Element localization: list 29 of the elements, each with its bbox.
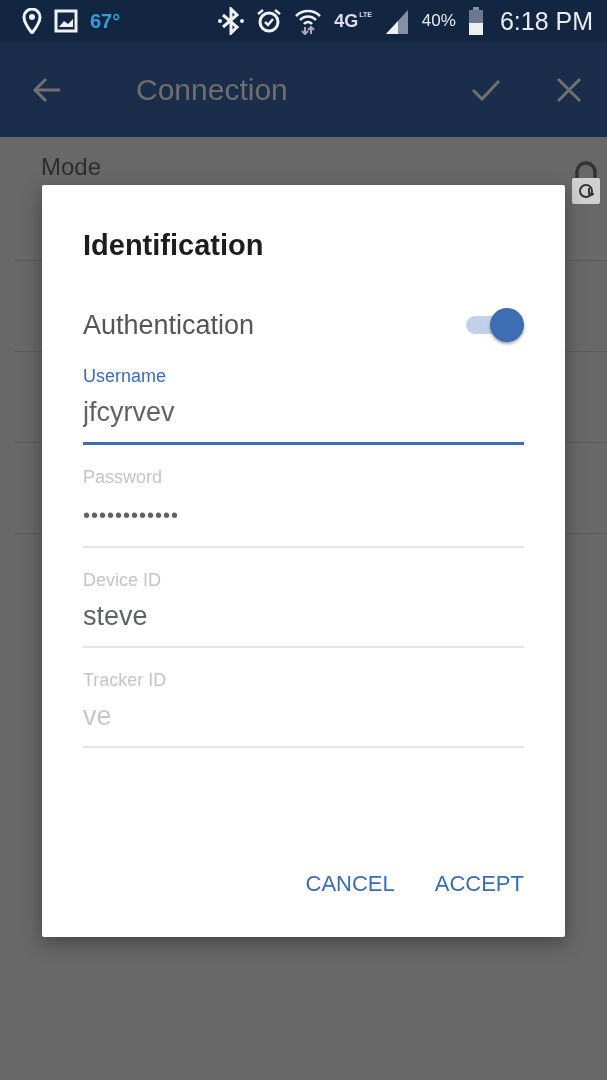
switch-label: Authentication (83, 309, 255, 341)
wifi-icon (294, 7, 323, 35)
lock-icon (570, 161, 602, 205)
clock-time: 6:18 PM (499, 6, 593, 36)
dialog-button[interactable]: CANCEL (305, 871, 395, 897)
input-field[interactable]: steve (83, 597, 524, 648)
temperature: 67° (90, 9, 121, 33)
network-type: 4G (334, 10, 359, 32)
checkmark-icon[interactable] (471, 77, 501, 102)
close-icon[interactable] (555, 75, 583, 104)
signal-icon (383, 8, 410, 34)
alarm-icon (256, 8, 283, 34)
bluetooth-icon (218, 7, 245, 35)
field-label: Device ID (83, 570, 163, 591)
field-label: Tracker ID (83, 670, 168, 691)
input-field[interactable]: jfcyrvev (83, 393, 524, 445)
setting-label: Mode (41, 153, 102, 180)
location-icon (22, 8, 42, 34)
dialog-title: Identification (83, 229, 265, 262)
battery-icon (467, 7, 484, 35)
authentication-switch[interactable] (466, 308, 524, 342)
dialog-button[interactable]: ACCEPT (434, 871, 524, 897)
screen-title: Connection (136, 72, 289, 107)
back-arrow-icon[interactable] (32, 76, 62, 103)
field-label: Username (83, 366, 168, 387)
battery-percentage: 40% (421, 11, 456, 31)
input-field[interactable]: •••••••••••• (83, 494, 524, 548)
image-icon (54, 9, 78, 33)
field-label: Password (83, 467, 164, 488)
